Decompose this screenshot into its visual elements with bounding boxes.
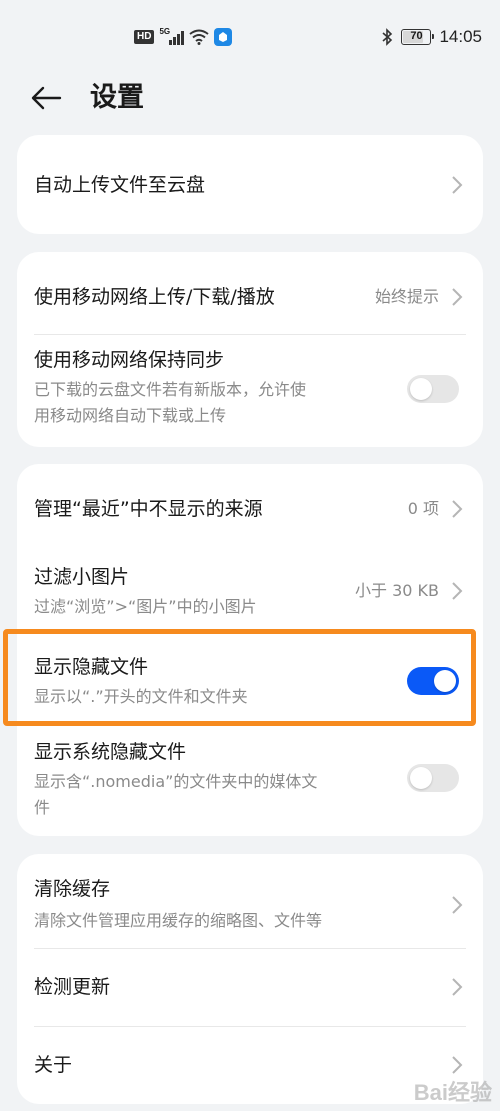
recent-sources-title: 管理“最近”中不显示的来源: [34, 498, 263, 520]
recent-sources-row[interactable]: 管理“最近”中不显示的来源 0 项: [17, 464, 483, 551]
chevron-right-icon: [452, 896, 463, 914]
show-hidden-subtitle: 显示以“.”开头的文件和文件夹: [34, 687, 248, 706]
page-title: 设置: [90, 82, 144, 113]
watermark: Bai经验: [413, 1080, 492, 1105]
bluetooth-icon: [382, 28, 393, 46]
recent-sources-value: 0 项: [407, 499, 439, 518]
show-system-hidden-subtitle-2: 件: [34, 798, 51, 817]
network-type-label: 5G: [159, 27, 171, 36]
about-title: 关于: [34, 1054, 73, 1076]
settings-screen: HD 5G 70 14:05 设置 自动上传文件至云盘 使用移动网络上传/下载/…: [0, 0, 500, 1111]
auto-upload-row[interactable]: 自动上传文件至云盘: [17, 135, 483, 234]
filter-small-value: 小于 30 KB: [354, 581, 439, 600]
chevron-right-icon: [452, 288, 463, 306]
mobile-transfer-row[interactable]: 使用移动网络上传/下载/播放 始终提示: [17, 252, 483, 334]
status-bar: HD 5G 70 14:05: [0, 0, 500, 76]
mobile-sync-toggle[interactable]: [407, 375, 459, 403]
mobile-transfer-title: 使用移动网络上传/下载/播放: [34, 286, 275, 308]
status-right: 70 14:05: [381, 27, 482, 47]
mobile-sync-subtitle-1: 已下载的云盘文件若有新版本，允许使: [34, 380, 307, 399]
status-left: HD 5G: [134, 27, 232, 46]
show-system-hidden-title: 显示系统隐藏文件: [34, 741, 187, 763]
header: 设置: [0, 78, 500, 118]
filter-small-row[interactable]: 过滤小图片 过滤“浏览”>“图片”中的小图片 小于 30 KB: [17, 551, 483, 633]
mobile-network-card: 使用移动网络上传/下载/播放 始终提示 使用移动网络保持同步 已下载的云盘文件若…: [17, 252, 483, 447]
wifi-icon: [189, 29, 209, 45]
notification-icon: [213, 28, 232, 46]
clear-cache-subtitle: 清除文件管理应用缓存的缩略图、文件等: [34, 911, 323, 930]
toggle-knob: [434, 670, 456, 692]
show-system-hidden-subtitle-1: 显示含“.nomedia”的文件夹中的媒体文: [34, 772, 318, 791]
chevron-right-icon: [452, 176, 463, 194]
chevron-right-icon: [452, 582, 463, 600]
mobile-transfer-value: 始终提示: [374, 287, 439, 306]
check-update-row[interactable]: 检测更新: [17, 948, 483, 1026]
filter-small-subtitle: 过滤“浏览”>“图片”中的小图片: [34, 597, 257, 616]
upload-card: 自动上传文件至云盘: [17, 135, 483, 234]
toggle-knob: [410, 767, 432, 789]
mobile-sync-row: 使用移动网络保持同步 已下载的云盘文件若有新版本，允许使 用移动网络自动下载或上…: [17, 334, 483, 447]
chevron-right-icon: [452, 978, 463, 996]
show-system-hidden-row: 显示系统隐藏文件 显示含“.nomedia”的文件夹中的媒体文 件: [17, 730, 483, 836]
misc-card: 清除缓存 清除文件管理应用缓存的缩略图、文件等 检测更新 关于: [17, 854, 483, 1104]
back-button[interactable]: [30, 80, 70, 116]
status-time: 14:05: [439, 27, 482, 46]
battery-icon: 70: [401, 29, 435, 45]
show-hidden-toggle[interactable]: [407, 667, 459, 695]
arrow-left-icon: [31, 86, 62, 110]
display-card: 管理“最近”中不显示的来源 0 项 过滤小图片 过滤“浏览”>“图片”中的小图片…: [17, 464, 483, 836]
hd-icon: HD: [134, 30, 155, 44]
mobile-sync-title: 使用移动网络保持同步: [34, 349, 225, 371]
chevron-right-icon: [452, 500, 463, 518]
show-hidden-title: 显示隐藏文件: [34, 656, 149, 678]
filter-small-title: 过滤小图片: [34, 566, 130, 588]
show-system-hidden-toggle[interactable]: [407, 764, 459, 792]
auto-upload-title: 自动上传文件至云盘: [34, 174, 206, 196]
chevron-right-icon: [452, 1056, 463, 1074]
mobile-sync-subtitle-2: 用移动网络自动下载或上传: [34, 406, 227, 425]
clear-cache-title: 清除缓存: [34, 878, 111, 900]
clear-cache-row[interactable]: 清除缓存 清除文件管理应用缓存的缩略图、文件等: [17, 854, 483, 948]
battery-level: 70: [410, 30, 423, 42]
show-hidden-row: 显示隐藏文件 显示以“.”开头的文件和文件夹: [17, 640, 483, 726]
signal-icon: 5G: [159, 27, 184, 45]
toggle-knob: [410, 378, 432, 400]
check-update-title: 检测更新: [34, 976, 111, 998]
